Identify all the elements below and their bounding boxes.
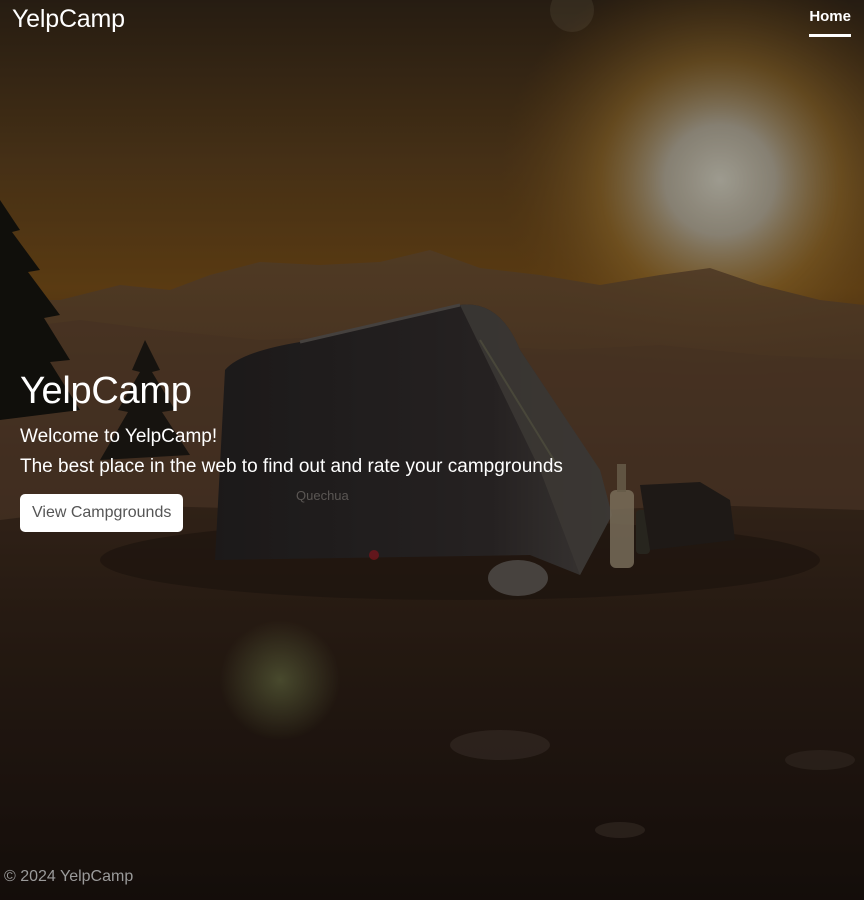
brand-logo[interactable]: YelpCamp — [12, 4, 125, 34]
navbar: YelpCamp Home — [0, 0, 864, 40]
nav-link-home[interactable]: Home — [809, 8, 851, 37]
footer-copyright: © 2024 YelpCamp — [4, 868, 134, 885]
hero-welcome-text: Welcome to YelpCamp! — [20, 426, 218, 447]
landing-page: Quechua YelpCamp Home YelpCamp Welcome t… — [0, 0, 864, 900]
hero-tagline-text: The best place in the web to find out an… — [20, 456, 563, 477]
hero-section: YelpCamp Welcome to YelpCamp! The best p… — [20, 368, 660, 532]
hero-title: YelpCamp — [20, 370, 192, 412]
view-campgrounds-button[interactable]: View Campgrounds — [20, 494, 184, 532]
